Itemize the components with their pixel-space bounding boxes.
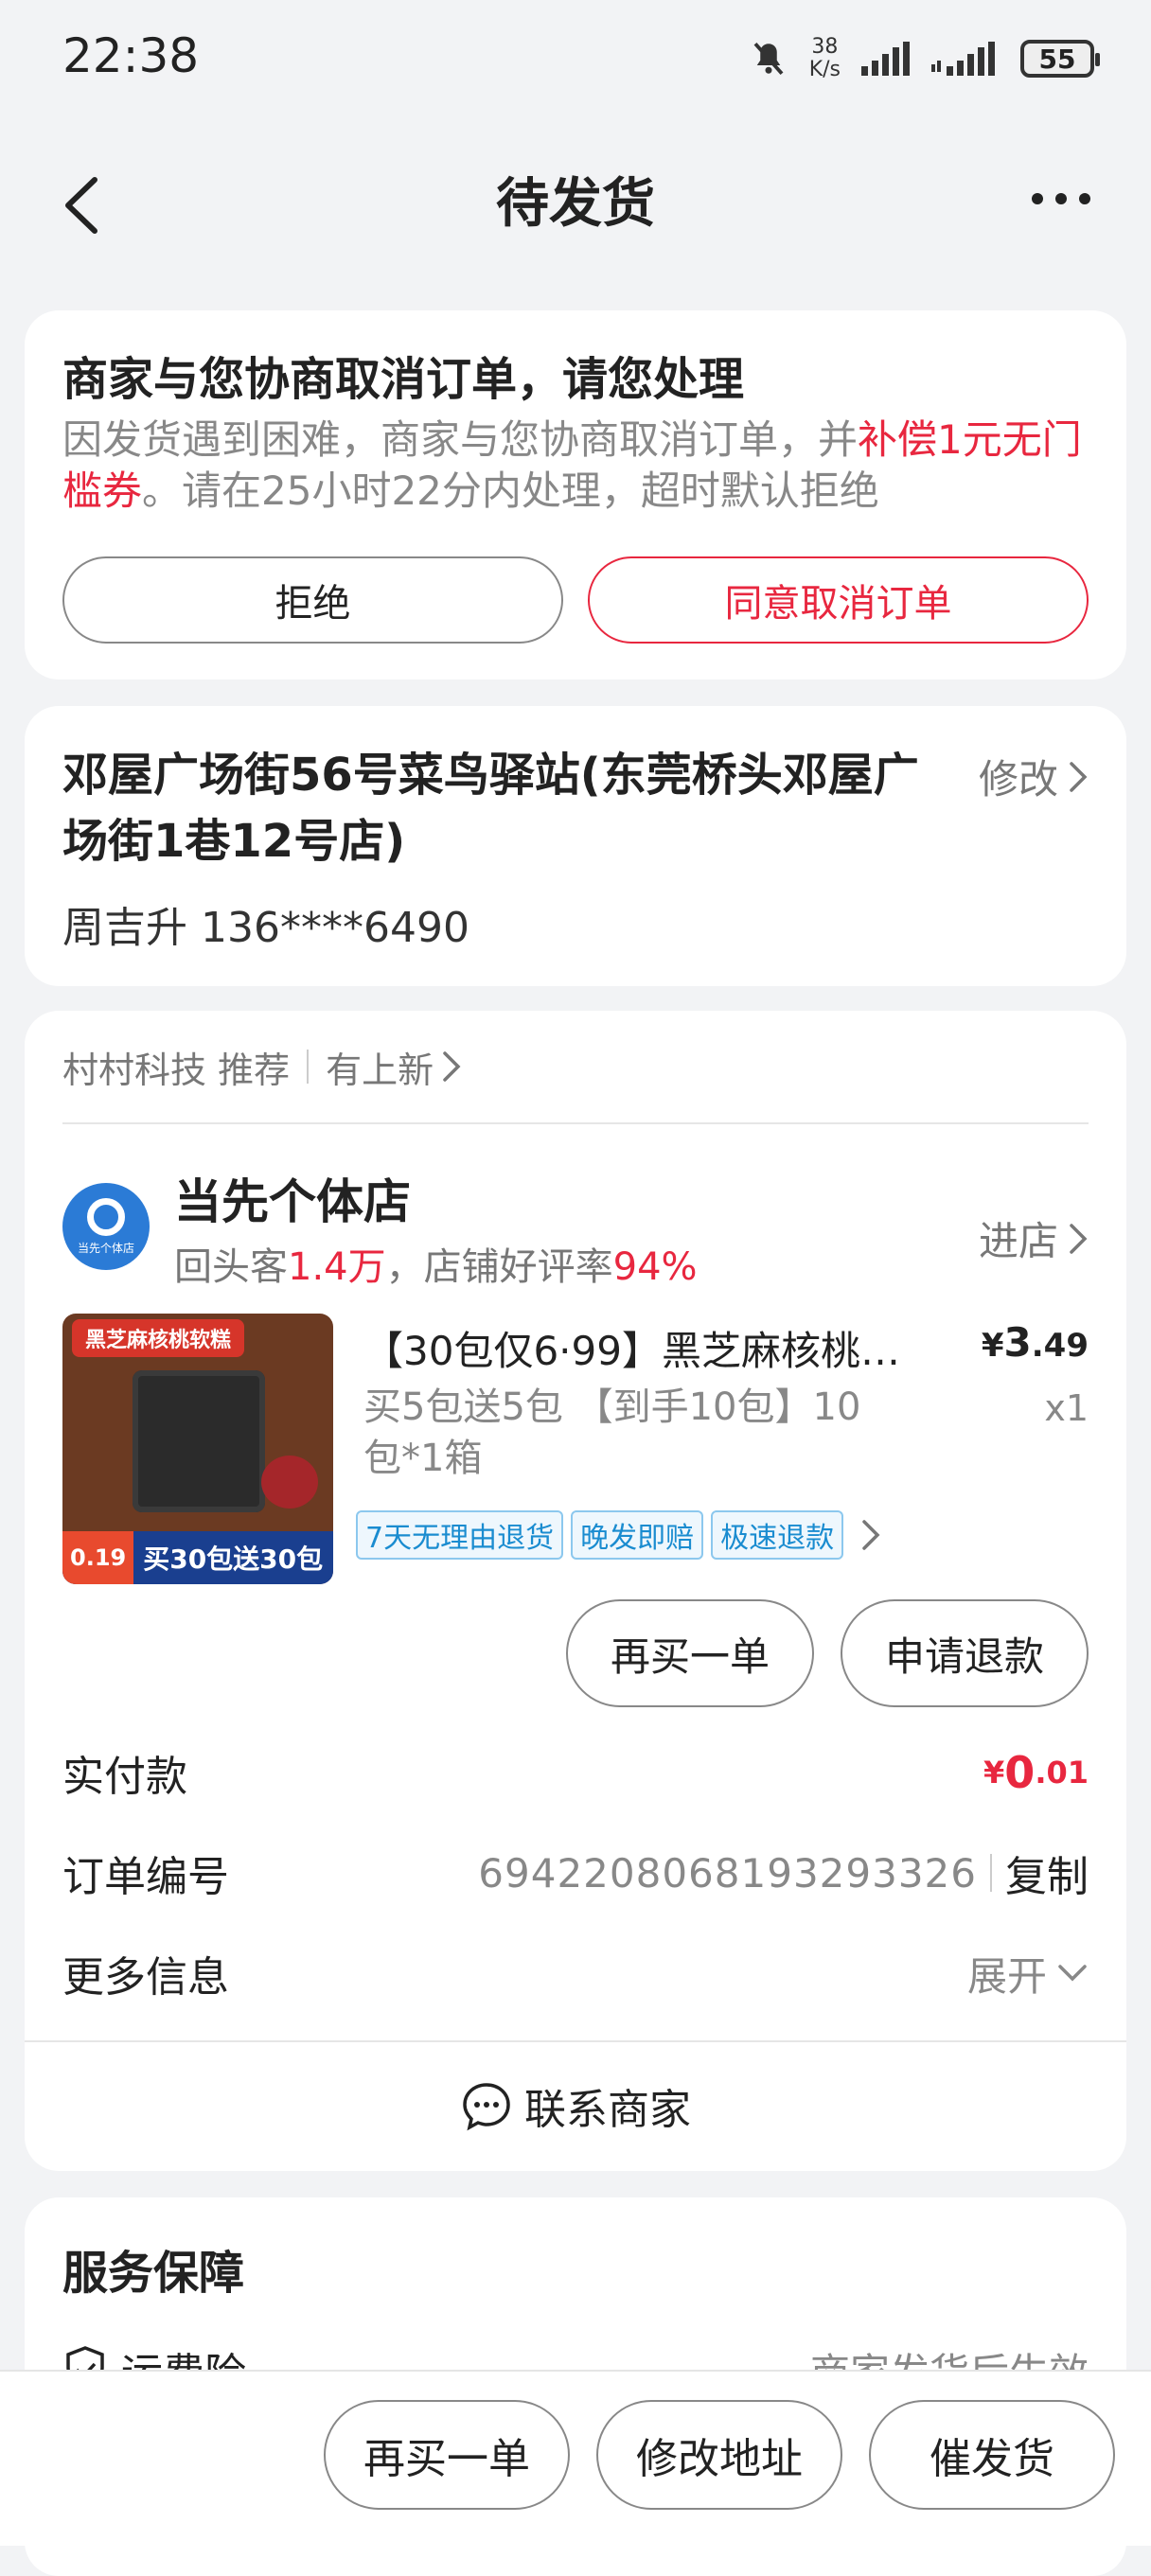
price-dec: .49 — [1031, 1327, 1089, 1365]
tag-late-compensation: 晚发即赔 — [571, 1510, 704, 1560]
thumb-price: 0.19 — [62, 1531, 134, 1584]
repeat-customers-label: 回头客 — [174, 1245, 288, 1289]
order-card: 村村科技 推荐 有上新 当先个体店 当先个体店 回头客1.4万，店铺好评率94%… — [25, 1011, 1126, 2171]
product-thumbnail[interactable]: 黑芝麻核桃软糕 0.19 买30包送30包 — [62, 1314, 333, 1584]
enter-shop-label: 进店 — [978, 1218, 1058, 1264]
bottom-edit-address-button[interactable]: 修改地址 — [596, 2400, 842, 2510]
cancel-notice-body-2: 。请在25小时22分内处理，超时默认拒绝 — [142, 468, 879, 514]
status-icons: 38 K/s 55 — [749, 30, 1100, 87]
network-speed: 38 K/s — [809, 36, 841, 81]
good-rate-label: ，店铺好评率 — [385, 1245, 613, 1289]
more-info-row[interactable]: 更多信息 展开 — [62, 1923, 1089, 2023]
repeat-customers-value: 1.4万 — [288, 1245, 386, 1289]
price-symbol: ¥ — [981, 1327, 1004, 1365]
recommend-bar[interactable]: 村村科技 推荐 有上新 — [62, 1011, 1089, 1124]
signal-2-icon — [931, 42, 995, 76]
service-tags[interactable]: 7天无理由退货 晚发即赔 极速退款 — [356, 1510, 881, 1560]
product-quantity: x1 — [1044, 1387, 1089, 1429]
contact-merchant-button[interactable]: 联系商家 — [25, 2040, 1126, 2169]
paid-label: 实付款 — [62, 1753, 187, 1801]
paid-int: 0 — [1004, 1747, 1036, 1798]
chevron-down-icon — [1058, 1965, 1087, 1982]
expand-label: 展开 — [966, 1952, 1047, 2000]
signal-icon — [861, 42, 910, 76]
shop-logo-mark — [87, 1197, 125, 1236]
network-speed-unit: K/s — [808, 58, 841, 81]
chat-bubble-icon — [463, 2083, 510, 2131]
more-dots-icon — [1032, 193, 1090, 204]
order-number-group: 6942208068193293326 复制 — [478, 1843, 1089, 1903]
service-heading: 服务保障 — [62, 2247, 245, 2300]
address-card: 邓屋广场街56号菜鸟驿站(东莞桥头邓屋广场街1巷12号店) 周吉升 136***… — [25, 706, 1126, 986]
page-title: 待发货 — [496, 173, 655, 235]
request-refund-button[interactable]: 申请退款 — [841, 1599, 1089, 1707]
product-title: 【30包仅6·99】黑芝麻核桃… — [363, 1328, 900, 1374]
shop-logo-text: 当先个体店 — [77, 1241, 134, 1255]
mute-bell-icon — [753, 42, 784, 76]
good-rate-value: 94% — [612, 1245, 698, 1289]
cancel-notice-body-1: 因发货遇到困难，商家与您协商取消订单，并 — [62, 416, 859, 463]
tag-7day-return: 7天无理由退货 — [356, 1510, 564, 1560]
order-number: 6942208068193293326 — [478, 1849, 977, 1897]
bottom-action-bar: 再买一单 修改地址 催发货 — [0, 2370, 1151, 2546]
status-bar: 22:38 38 K/s 55 — [0, 0, 1151, 114]
product-image-date — [261, 1456, 318, 1509]
expand-toggle[interactable]: 展开 — [967, 1945, 1089, 2003]
battery-icon: 55 — [1020, 40, 1100, 78]
product-spec: 买5包送5包 【到手10包】10包*1箱 — [363, 1385, 861, 1480]
enter-shop-link[interactable]: 进店 — [979, 1209, 1089, 1267]
product-item[interactable]: 黑芝麻核桃软糕 0.19 买30包送30包 【30包仅6·99】黑芝麻核桃… ¥… — [62, 1314, 1089, 1588]
edit-address-link[interactable]: 修改 — [979, 748, 1089, 805]
nav-bar: 待发货 — [0, 151, 1151, 256]
copy-button[interactable]: 复制 — [1005, 1843, 1089, 1903]
chevron-right-icon — [1070, 761, 1088, 792]
paid-amount-row: 实付款 ¥0.01 — [62, 1722, 1089, 1823]
contact-merchant-label: 联系商家 — [524, 2086, 691, 2134]
reject-button[interactable]: 拒绝 — [62, 556, 563, 644]
shop-header: 当先个体店 当先个体店 回头客1.4万，店铺好评率94% 进店 — [62, 1124, 1089, 1295]
thumb-banner: 黑芝麻核桃软糕 — [72, 1319, 245, 1357]
recipient-info: 周吉升 136****6490 — [62, 904, 469, 952]
more-button[interactable] — [1028, 180, 1094, 218]
paid-symbol: ¥ — [983, 1755, 1005, 1791]
product-price: ¥3.49 — [982, 1319, 1089, 1366]
shop-name[interactable]: 当先个体店 — [174, 1164, 411, 1232]
chevron-right-icon — [443, 1051, 461, 1082]
cancel-negotiation-card: 商家与您协商取消订单，请您处理 因发货遇到困难，商家与您协商取消订单，并补偿1元… — [25, 310, 1126, 679]
thumb-promo: 0.19 买30包送30包 — [62, 1531, 333, 1584]
cancel-notice-body: 因发货遇到困难，商家与您协商取消订单，并补偿1元无门槛券。请在25小时22分内处… — [62, 415, 1089, 517]
edit-address-label: 修改 — [978, 756, 1058, 803]
status-time: 22:38 — [62, 28, 200, 83]
bottom-buy-again-button[interactable]: 再买一单 — [324, 2400, 570, 2510]
recommend-source: 村村科技 推荐 — [62, 1049, 291, 1091]
agree-cancel-button[interactable]: 同意取消订单 — [588, 556, 1089, 644]
chevron-right-icon — [862, 1520, 880, 1550]
paid-dec: .01 — [1035, 1755, 1089, 1791]
thumb-promo-text: 买30包送30包 — [143, 1544, 324, 1575]
order-actions: 再买一单 申请退款 — [62, 1599, 1089, 1722]
cancel-notice-heading: 商家与您协商取消订单，请您处理 — [62, 353, 745, 406]
product-image-cake — [133, 1370, 265, 1512]
price-int: 3 — [1003, 1319, 1032, 1366]
delivery-address: 邓屋广场街56号菜鸟驿站(东莞桥头邓屋广场街1巷12号店) — [62, 749, 919, 868]
divider — [307, 1050, 310, 1084]
order-number-row: 订单编号 6942208068193293326 复制 — [62, 1823, 1089, 1923]
chevron-right-icon — [1070, 1223, 1088, 1254]
shop-logo[interactable]: 当先个体店 — [62, 1183, 150, 1270]
shop-stats: 回头客1.4万，店铺好评率94% — [174, 1236, 698, 1291]
order-number-label: 订单编号 — [62, 1853, 229, 1901]
more-info-label: 更多信息 — [62, 1953, 229, 2002]
recommend-label: 有上新 — [326, 1049, 434, 1091]
urge-shipping-button[interactable]: 催发货 — [869, 2400, 1115, 2510]
network-speed-value: 38 — [811, 35, 839, 59]
tag-fast-refund: 极速退款 — [711, 1510, 844, 1560]
paid-amount: ¥0.01 — [983, 1747, 1089, 1798]
divider — [990, 1854, 992, 1892]
buy-again-button[interactable]: 再买一单 — [566, 1599, 814, 1707]
